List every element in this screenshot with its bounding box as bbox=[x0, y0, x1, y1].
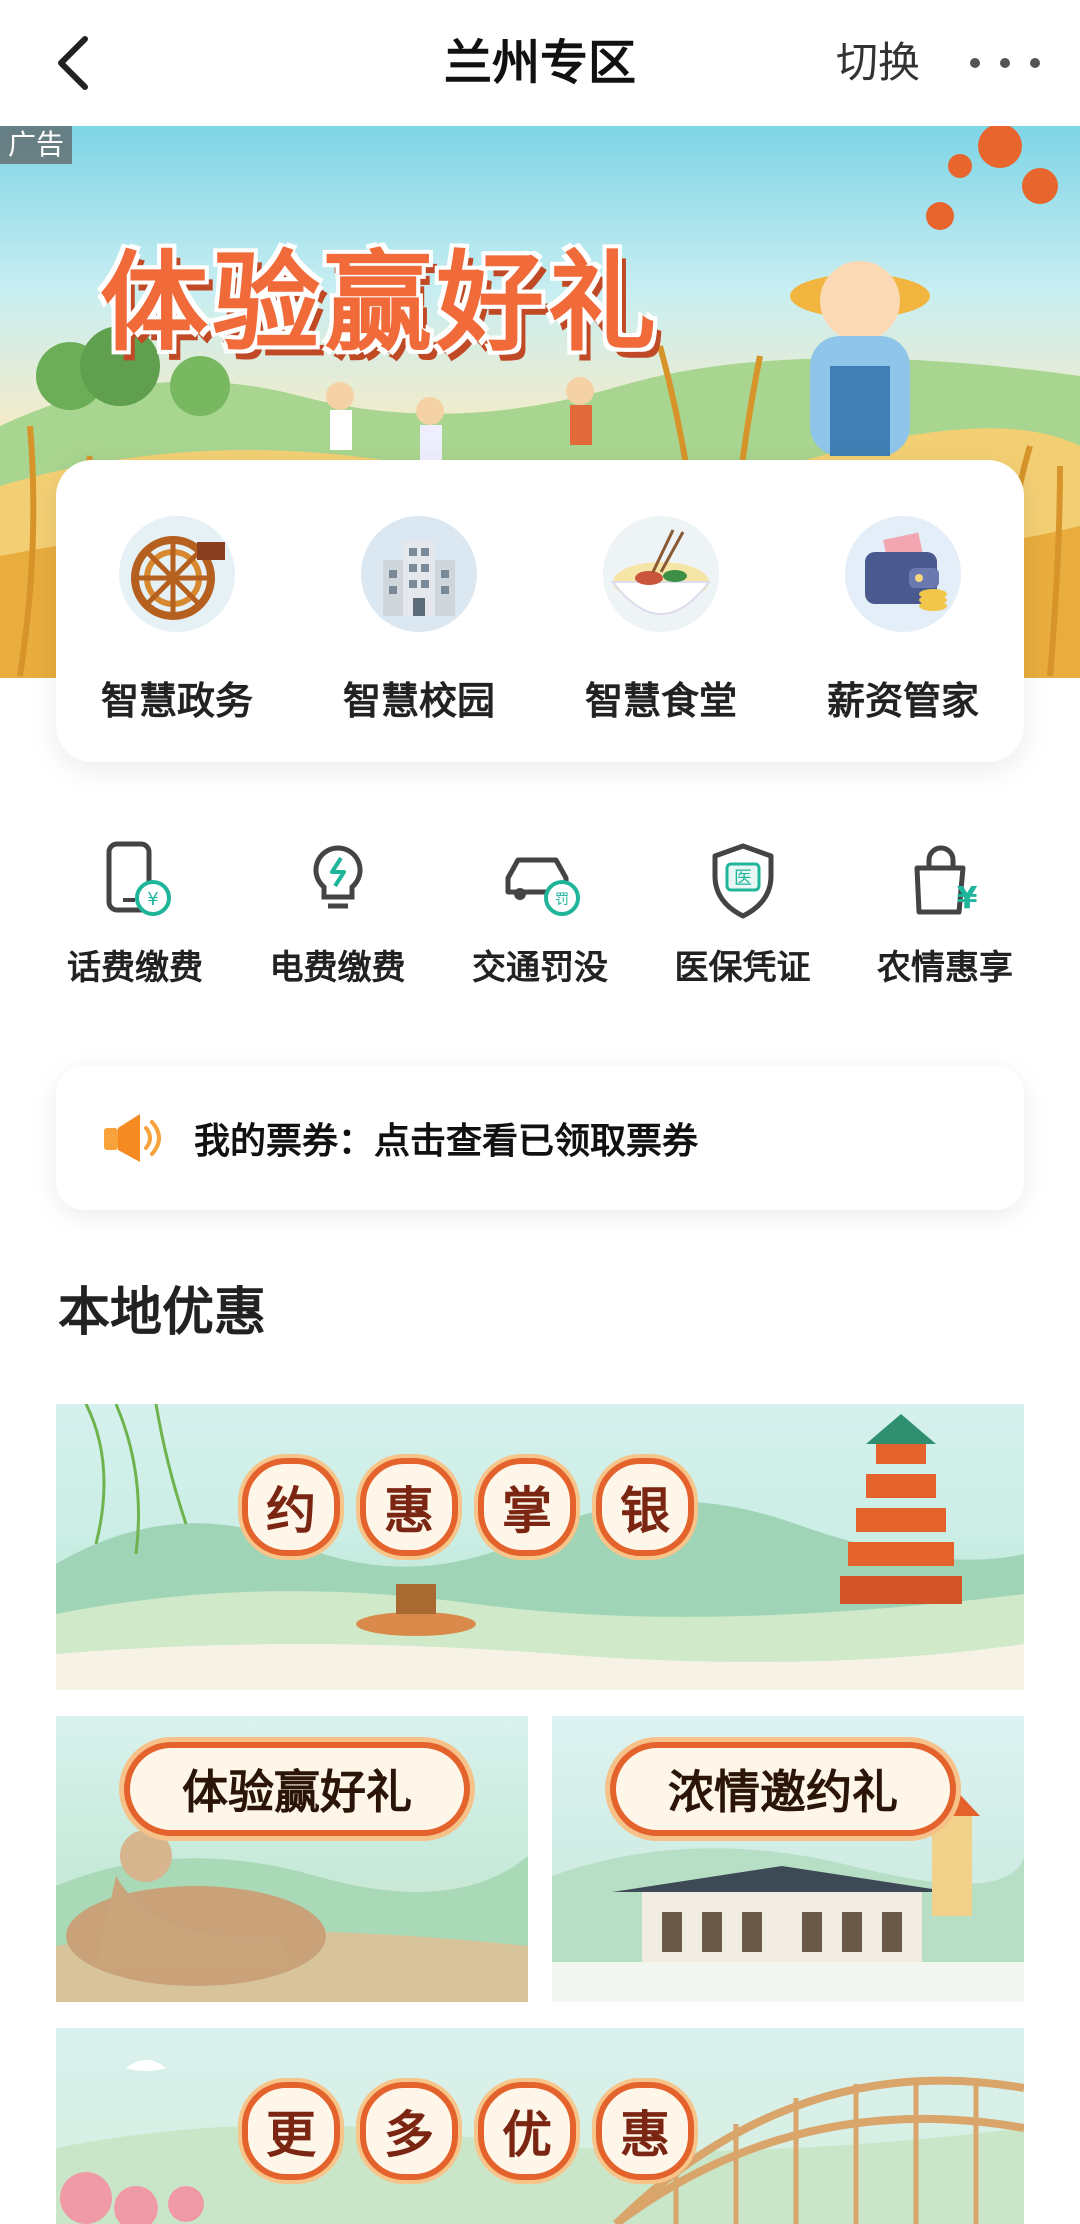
noodle-bowl-icon bbox=[603, 516, 719, 632]
phone-bill-icon: ¥ bbox=[93, 838, 177, 922]
service-label: 话费缴费 bbox=[67, 948, 203, 988]
svg-text:¥: ¥ bbox=[147, 889, 158, 910]
top-nav-bar: 兰州专区 切换 bbox=[0, 0, 1080, 126]
section-title-local-offers: 本地优惠 bbox=[58, 1283, 267, 1343]
car-fine-icon: 罚 bbox=[498, 838, 582, 922]
promo-title-chars: 约 惠 掌 银 bbox=[242, 1458, 694, 1556]
school-building-icon bbox=[361, 516, 477, 632]
ad-tag: 广告 bbox=[0, 126, 73, 164]
promo-char-badge: 更 bbox=[242, 2082, 340, 2180]
quick-entry-label: 薪资管家 bbox=[826, 679, 979, 723]
lightbulb-icon bbox=[296, 838, 380, 922]
promo-banner-yuehui[interactable]: 约 惠 掌 银 bbox=[56, 1404, 1024, 1690]
service-electricity-bill[interactable]: 电费缴费 bbox=[243, 838, 433, 989]
switch-city-button[interactable]: 切换 bbox=[836, 30, 920, 96]
wallet-icon bbox=[845, 516, 961, 632]
promo-char-badge: 约 bbox=[242, 1458, 340, 1556]
quick-entry-smart-campus[interactable]: 智慧校园 bbox=[309, 516, 529, 762]
promo-banner-more-offers[interactable]: 更 多 优 惠 bbox=[56, 2028, 1024, 2224]
svg-text:医: 医 bbox=[734, 868, 752, 889]
hero-headline: 体验赢好礼 bbox=[100, 241, 661, 366]
service-grid: ¥ 话费缴费 电费缴费 罚 交通罚没 医 医保凭证 ¥ 农情惠享 bbox=[40, 838, 1040, 989]
promo-title-chars: 更 多 优 惠 bbox=[242, 2082, 694, 2180]
svg-text:¥: ¥ bbox=[957, 881, 978, 916]
quick-entry-smart-canteen[interactable]: 智慧食堂 bbox=[551, 516, 771, 762]
promo-char-badge: 掌 bbox=[478, 1458, 576, 1556]
promo-char-badge: 惠 bbox=[596, 2082, 694, 2180]
promo-char-badge: 优 bbox=[478, 2082, 576, 2180]
medical-shield-icon: 医 bbox=[701, 838, 785, 922]
more-dot bbox=[1030, 58, 1040, 68]
promo-char-badge: 多 bbox=[360, 2082, 458, 2180]
service-agri-benefit[interactable]: ¥ 农情惠享 bbox=[850, 838, 1040, 989]
quick-entry-label: 智慧食堂 bbox=[584, 679, 737, 723]
service-label: 医保凭证 bbox=[674, 948, 811, 988]
promo-banner-experience-gift[interactable]: 体验赢好礼 bbox=[56, 1716, 528, 2002]
service-traffic-fine[interactable]: 罚 交通罚没 bbox=[445, 838, 635, 989]
promo-banner-invite-gift[interactable]: 浓情邀约礼 bbox=[552, 1716, 1024, 2002]
service-phone-bill[interactable]: ¥ 话费缴费 bbox=[40, 838, 230, 989]
speaker-icon bbox=[104, 1114, 161, 1162]
more-button[interactable] bbox=[970, 30, 1040, 96]
service-label: 交通罚没 bbox=[472, 948, 608, 988]
shopping-bag-icon: ¥ bbox=[903, 838, 987, 922]
promo-char-badge: 银 bbox=[596, 1458, 694, 1556]
promo-tag-right: 浓情邀约礼 bbox=[610, 1742, 956, 1836]
quick-entry-label: 智慧校园 bbox=[342, 679, 495, 723]
service-label: 农情惠享 bbox=[877, 948, 1013, 988]
quick-entry-card: 智慧政务 智慧校园 智慧食堂 薪资管家 bbox=[56, 460, 1024, 762]
quick-entry-salary-manager[interactable]: 薪资管家 bbox=[793, 516, 1013, 762]
promo-char-badge: 惠 bbox=[360, 1458, 458, 1556]
quick-entry-smart-government[interactable]: 智慧政务 bbox=[67, 516, 287, 762]
promo-tag-left: 体验赢好礼 bbox=[124, 1742, 470, 1836]
waterwheel-icon bbox=[119, 516, 235, 632]
my-tickets-text: 我的票券：点击查看已领取票券 bbox=[194, 1121, 699, 1162]
my-tickets-bar[interactable]: 我的票券：点击查看已领取票券 bbox=[56, 1066, 1024, 1210]
more-dot bbox=[1000, 58, 1010, 68]
service-medical-insurance[interactable]: 医 医保凭证 bbox=[648, 838, 838, 989]
more-dots-icon bbox=[970, 58, 980, 68]
svg-text:罚: 罚 bbox=[555, 892, 569, 908]
service-label: 电费缴费 bbox=[269, 948, 406, 988]
quick-entry-label: 智慧政务 bbox=[100, 679, 253, 723]
